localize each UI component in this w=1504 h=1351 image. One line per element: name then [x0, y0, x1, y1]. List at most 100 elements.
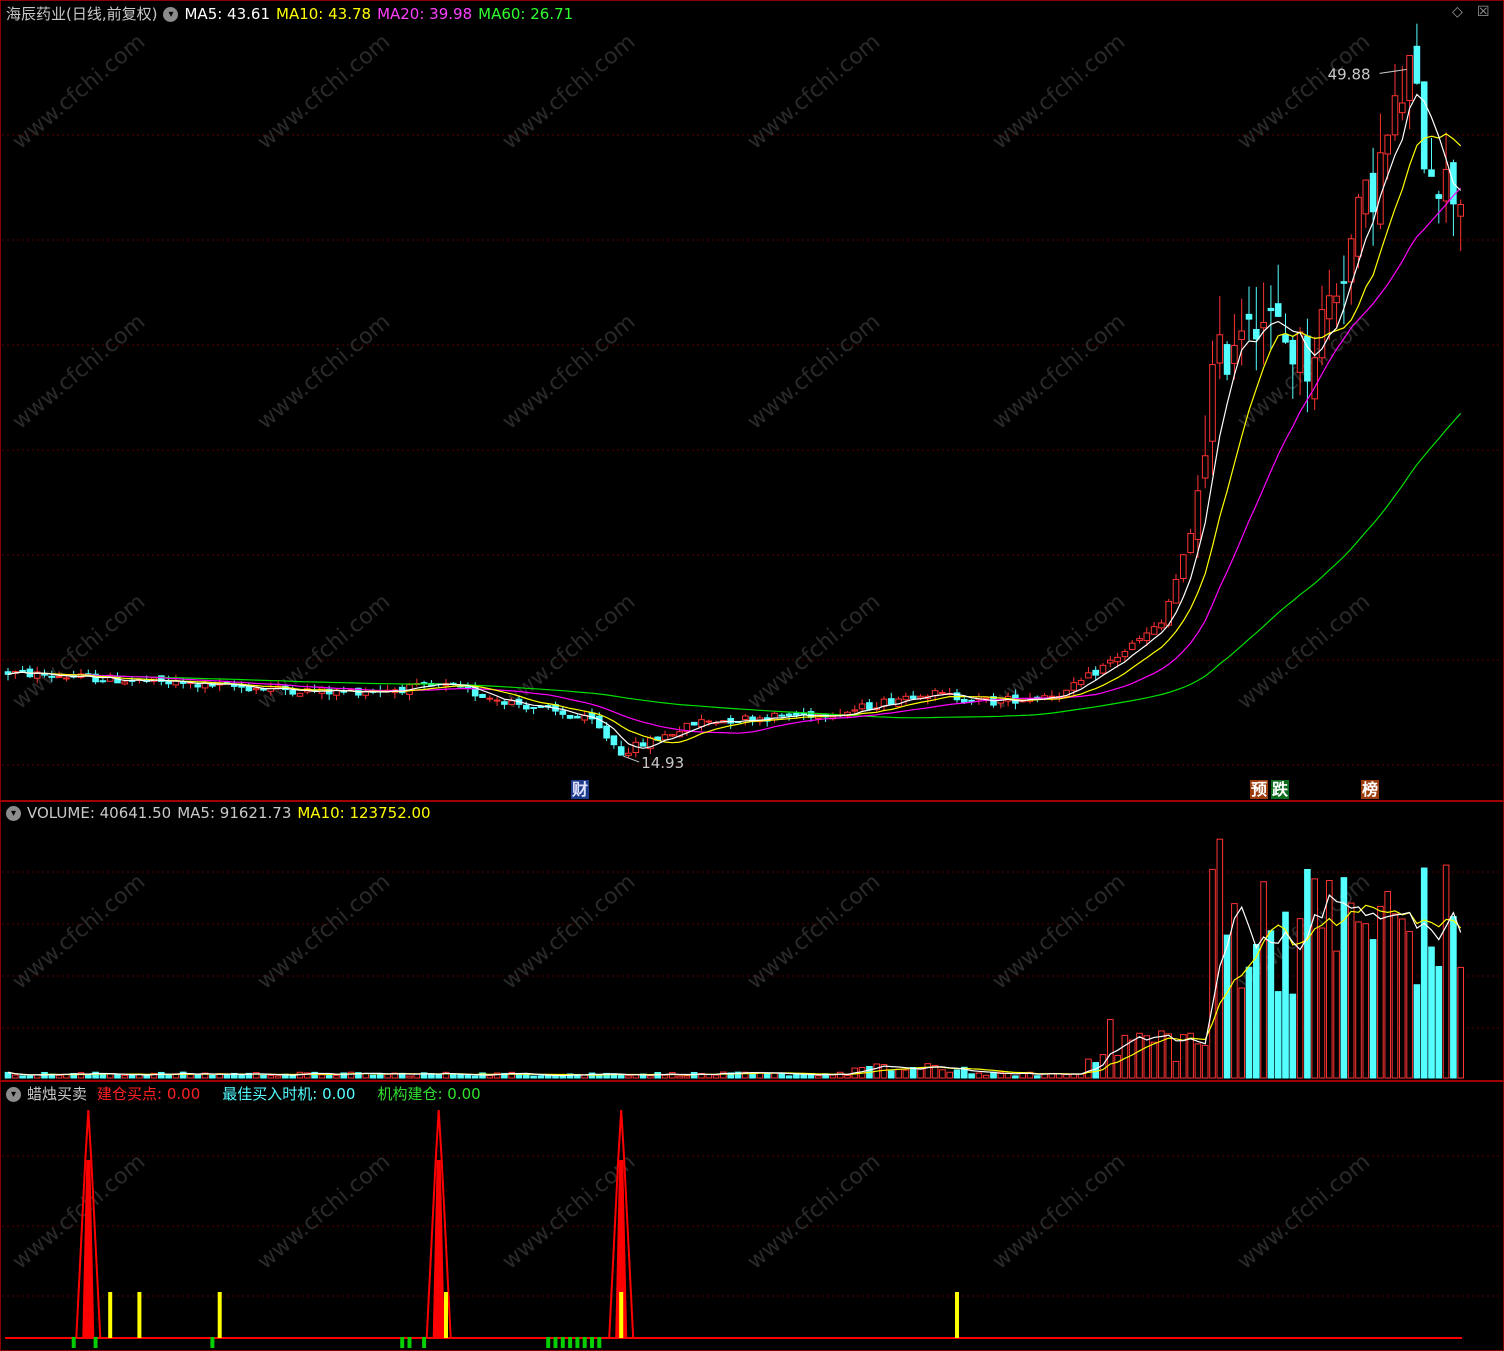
volume-bar — [924, 1063, 932, 1079]
candle-body — [785, 713, 793, 717]
volume-bar — [1216, 838, 1224, 1079]
volume-bar — [1362, 923, 1370, 1079]
candle-body — [1435, 194, 1443, 199]
tag-forecast[interactable]: 预 — [1250, 780, 1269, 799]
candle-body — [1209, 363, 1216, 442]
watermark-text: www.cfchi.com — [8, 1149, 150, 1274]
candle-body — [1384, 134, 1392, 155]
volume-bar — [1442, 864, 1450, 1079]
volume-bar — [763, 1072, 771, 1079]
volume-bar — [1238, 987, 1246, 1079]
candle-body — [909, 695, 917, 699]
watermark-text: www.cfchi.com — [8, 589, 150, 714]
candle-body — [858, 703, 866, 710]
volume-bar — [464, 1074, 472, 1079]
candle-body — [851, 709, 859, 712]
volume-bar — [815, 1075, 822, 1079]
volume-bar — [1377, 905, 1384, 1079]
watermark-text: www.cfchi.com — [988, 1149, 1130, 1274]
volume-bar — [1326, 880, 1333, 1079]
candle-body — [661, 734, 669, 741]
volume-bar — [1063, 1074, 1070, 1079]
volume-bar — [793, 1073, 800, 1079]
candle-body — [566, 714, 574, 719]
candle-body — [1107, 659, 1114, 664]
candle-body — [1201, 455, 1209, 479]
volume-bar — [669, 1072, 676, 1079]
candle-body — [1406, 54, 1413, 102]
volume-bar — [749, 1073, 756, 1079]
volume-bar — [187, 1074, 194, 1079]
candle-body — [19, 669, 26, 672]
candle-body — [1172, 579, 1180, 604]
volume-bar — [888, 1070, 895, 1079]
diamond-icon[interactable]: ◇ — [1452, 4, 1463, 20]
watermark-text: www.cfchi.com — [988, 309, 1130, 434]
watermark-text: www.cfchi.com — [1233, 29, 1375, 154]
candle-body — [1340, 281, 1348, 284]
volume-bar — [435, 1073, 442, 1079]
volume-bar — [1209, 868, 1216, 1079]
candle-body — [486, 697, 494, 700]
volume-bar — [617, 1074, 625, 1079]
volume-bar — [158, 1071, 165, 1079]
volume-bar — [55, 1074, 63, 1079]
volume-bar — [1158, 1030, 1165, 1079]
watermark-text: www.cfchi.com — [743, 589, 885, 714]
candle-body — [961, 698, 968, 703]
volume-bar — [1165, 1033, 1173, 1079]
volume-bar — [1384, 890, 1392, 1079]
close-box-icon[interactable]: ☒ — [1477, 4, 1490, 20]
tag-finance[interactable]: 财 — [571, 780, 590, 799]
candle-body — [793, 712, 800, 716]
candle-body — [1070, 682, 1078, 691]
indicator-toggle-icon[interactable]: ▾ — [6, 1087, 21, 1102]
indicator-title: 蜡烛买卖 — [27, 1085, 88, 1103]
volume-bar — [267, 1074, 275, 1079]
volume-bar — [661, 1074, 669, 1079]
volume-bar — [1172, 1060, 1180, 1079]
settings-toggle-icon[interactable]: ▾ — [163, 7, 179, 22]
volume-bar — [1128, 1039, 1136, 1079]
watermark-text: www.cfchi.com — [1233, 589, 1375, 714]
volume-label: VOLUME: 40641.50 — [27, 804, 172, 822]
volume-bar — [968, 1073, 975, 1079]
volume-bar — [1245, 966, 1253, 1079]
volume-bar — [1201, 1044, 1209, 1079]
candle-body — [121, 681, 129, 685]
candle-body — [1420, 81, 1428, 170]
volume-bar — [26, 1075, 34, 1079]
volume-bar — [1391, 913, 1399, 1079]
candle-body — [939, 692, 946, 695]
tag-drop[interactable]: 跌 — [1271, 780, 1290, 799]
volume-bar — [829, 1074, 837, 1079]
candle-body — [508, 700, 515, 705]
watermark-text: www.cfchi.com — [8, 309, 150, 434]
watermark-text: www.cfchi.com — [743, 29, 885, 154]
candle-body — [1245, 313, 1253, 320]
candle-body — [48, 675, 56, 678]
volume-bar — [1340, 877, 1348, 1079]
tag-rank[interactable]: 榜 — [1361, 780, 1380, 799]
candle-body — [1399, 102, 1406, 114]
ma10-line — [7, 133, 1462, 744]
volume-bar — [982, 1074, 990, 1079]
chart-canvas[interactable]: www.cfchi.com www.cfchi.com www.cfchi.com w… — [0, 0, 1504, 1351]
volume-bar — [712, 1074, 720, 1079]
volume-bar — [260, 1074, 267, 1079]
candle-body — [690, 721, 698, 726]
candle-body — [1253, 329, 1260, 340]
volume-bar — [1413, 984, 1421, 1079]
candle-body — [1216, 334, 1224, 364]
candle-body — [194, 684, 202, 688]
volume-bar — [12, 1074, 19, 1079]
volume-toggle-icon[interactable]: ▾ — [6, 806, 21, 821]
candle-body — [1231, 345, 1238, 364]
candle-body — [917, 695, 924, 699]
candle-body — [1413, 45, 1421, 84]
candle-body — [1187, 533, 1194, 553]
volume-bar — [471, 1075, 479, 1079]
candle-body — [1136, 638, 1143, 642]
candle-body — [179, 681, 187, 684]
volume-bar — [1406, 930, 1413, 1079]
